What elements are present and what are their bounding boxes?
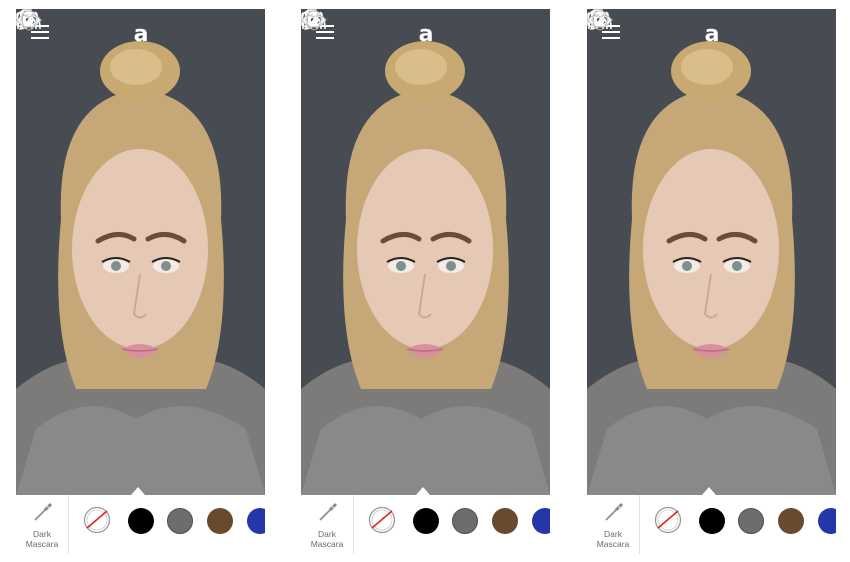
phone-screen: a Dark Mascara: [301, 9, 550, 554]
selected-product[interactable]: Dark Mascara: [587, 495, 640, 554]
swatch-black[interactable]: [699, 508, 725, 534]
selfie-photo: a: [16, 9, 265, 495]
selfie-photo: a: [301, 9, 550, 495]
phone-screen: a Dark Mascara: [587, 9, 836, 554]
swatch-grey[interactable]: [167, 508, 193, 534]
top-bar: a: [587, 9, 836, 59]
product-label: Dark Mascara: [303, 529, 351, 549]
no-color-swatch[interactable]: [654, 506, 682, 534]
app-logo: a: [704, 22, 720, 47]
face-illustration: [301, 9, 550, 495]
product-label-line1: Dark: [33, 529, 51, 539]
no-color-swatch[interactable]: [83, 506, 111, 534]
selected-category-pointer: [416, 487, 430, 495]
lips-icon[interactable]: [587, 9, 613, 31]
swatch-brown[interactable]: [492, 508, 518, 534]
app-logo: a: [133, 22, 149, 47]
swatch-black[interactable]: [128, 508, 154, 534]
color-tray: Dark Mascara: [301, 495, 550, 554]
swatch-blue[interactable]: [247, 508, 265, 534]
color-tray: Dark Mascara: [16, 495, 265, 554]
mascara-wand-icon: [605, 502, 624, 521]
lips-icon[interactable]: [301, 9, 327, 31]
product-label: Dark Mascara: [589, 529, 637, 549]
selected-category-pointer: [131, 487, 145, 495]
swatch-brown[interactable]: [778, 508, 804, 534]
face-illustration: [587, 9, 836, 495]
top-bar: a: [16, 9, 265, 59]
product-label-line1: Dark: [318, 529, 336, 539]
product-label-line2: Mascara: [596, 539, 630, 549]
selected-product[interactable]: Dark Mascara: [16, 495, 69, 554]
product-label-line1: Dark: [604, 529, 622, 539]
swatch-grey[interactable]: [452, 508, 478, 534]
selfie-photo: a: [587, 9, 836, 495]
app-logo: a: [418, 22, 434, 47]
swatch-blue[interactable]: [818, 508, 836, 534]
product-label-line2: Mascara: [25, 539, 59, 549]
no-color-swatch[interactable]: [368, 506, 396, 534]
mascara-wand-icon: [319, 502, 338, 521]
product-label-line2: Mascara: [310, 539, 344, 549]
phone-screen: a Dark Mascara: [16, 9, 265, 554]
swatch-grey[interactable]: [738, 508, 764, 534]
face-illustration: [16, 9, 265, 495]
selected-product[interactable]: Dark Mascara: [301, 495, 354, 554]
swatch-brown[interactable]: [207, 508, 233, 534]
selected-category-pointer: [702, 487, 716, 495]
swatch-blue[interactable]: [532, 508, 550, 534]
mascara-wand-icon: [34, 502, 53, 521]
swatch-black[interactable]: [413, 508, 439, 534]
product-label: Dark Mascara: [18, 529, 66, 549]
color-tray: Dark Mascara: [587, 495, 836, 554]
top-bar: a: [301, 9, 550, 59]
lips-icon[interactable]: [16, 9, 42, 31]
